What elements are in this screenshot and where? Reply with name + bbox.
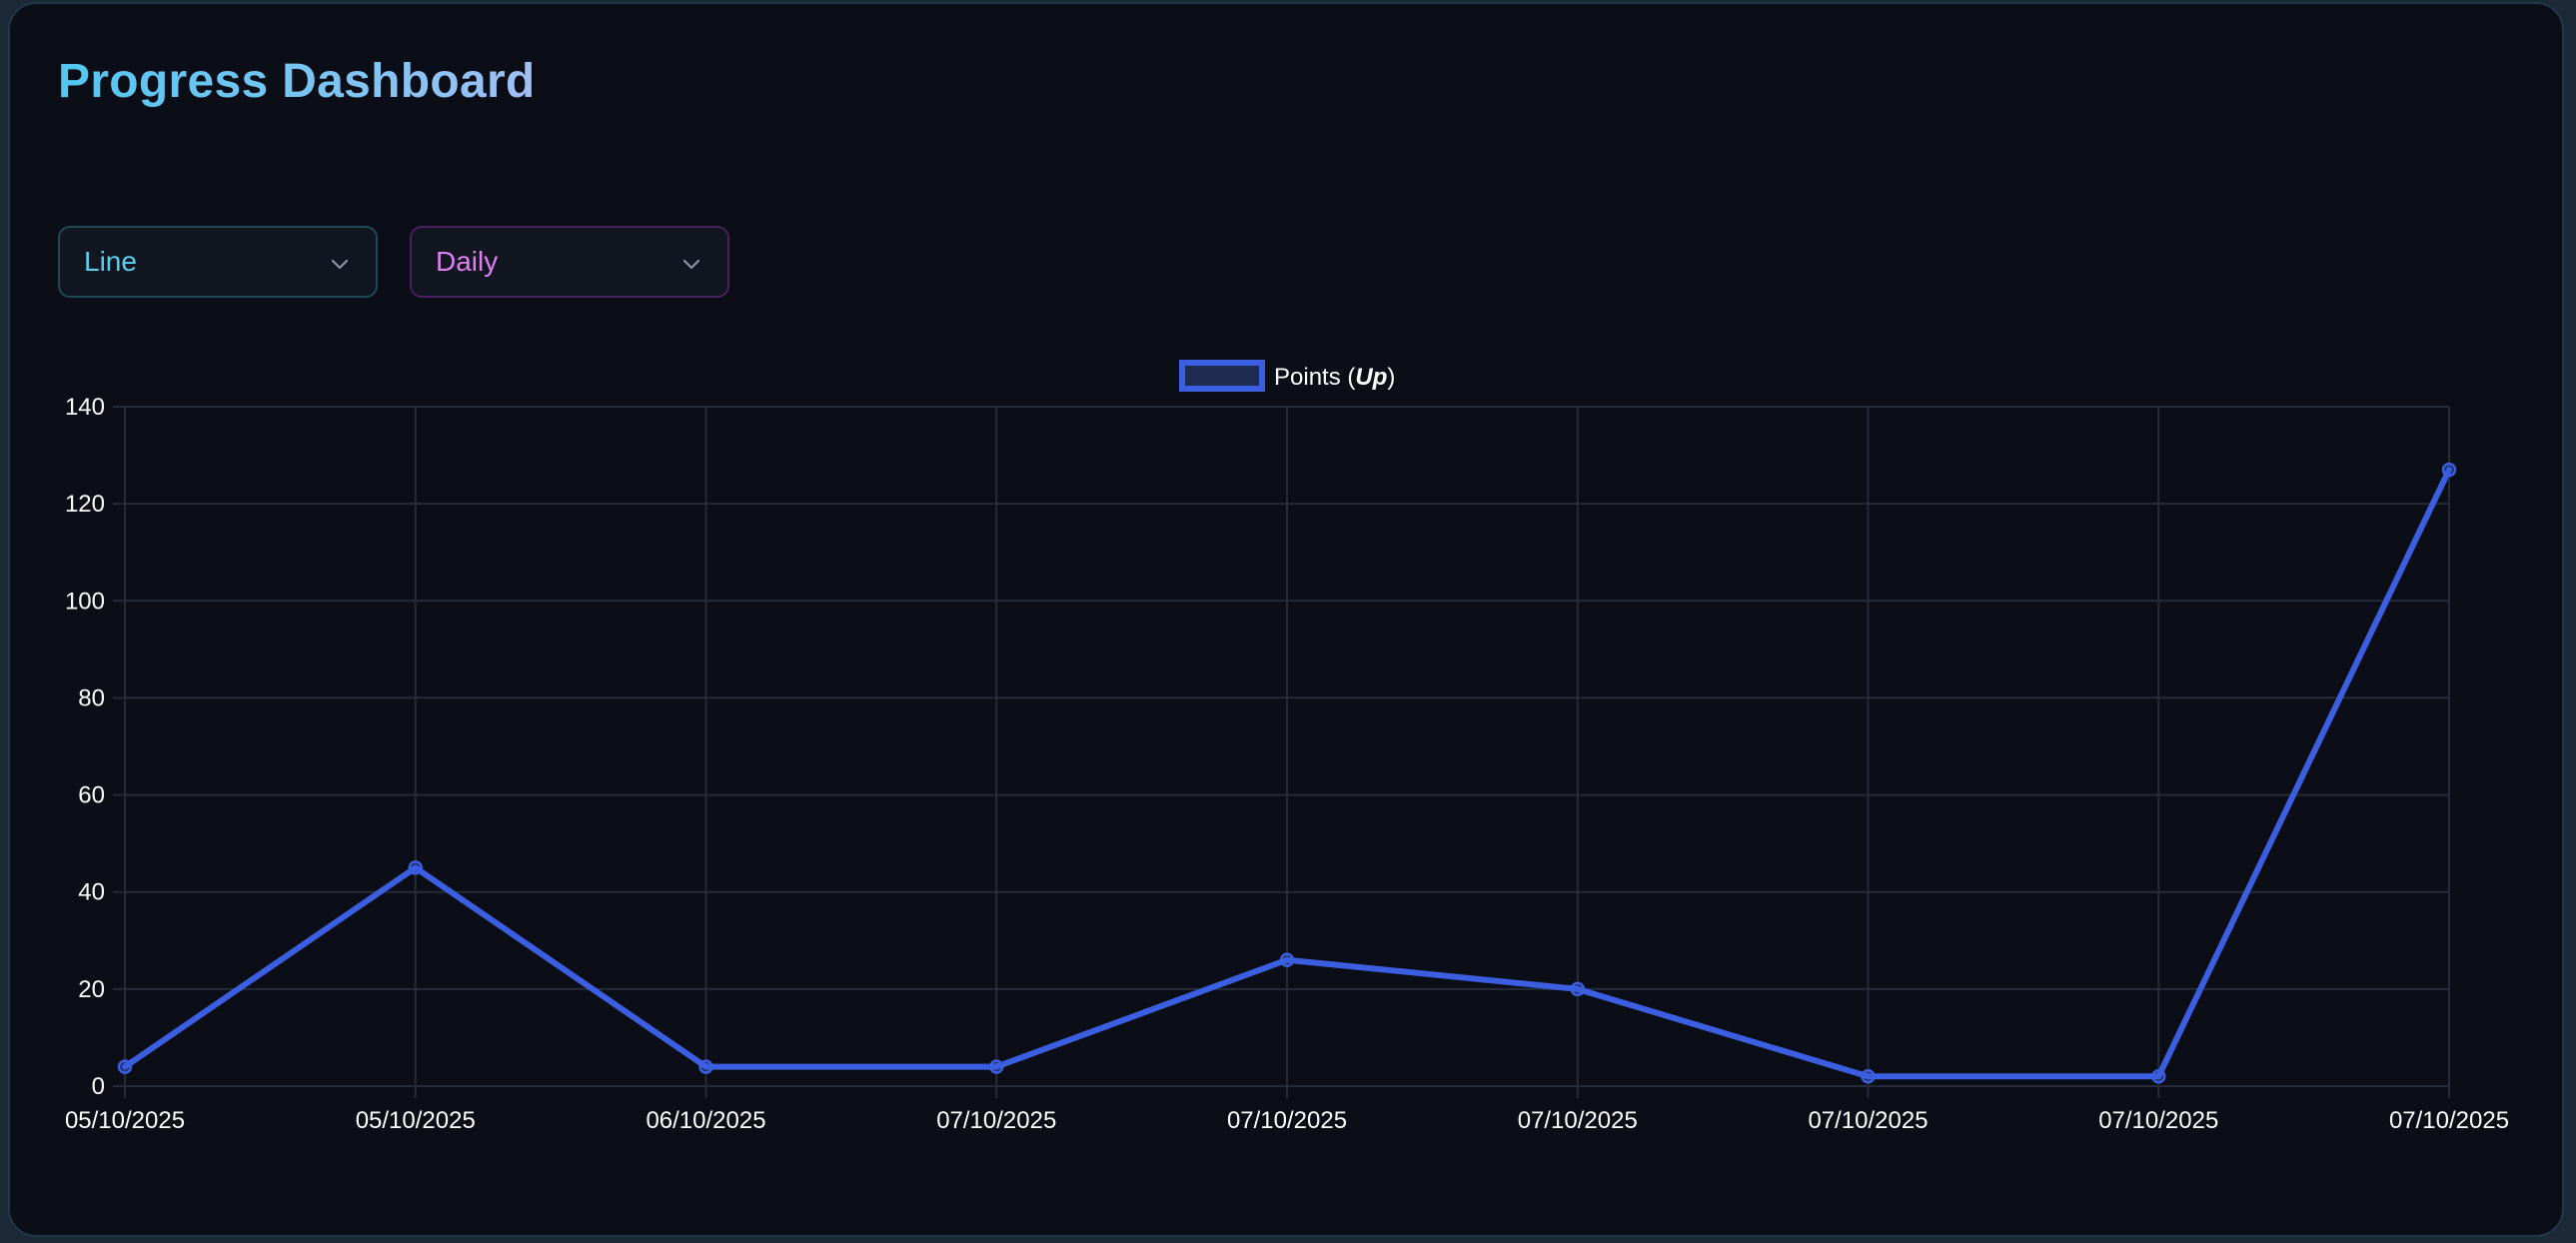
data-point (2441, 462, 2457, 478)
x-tick-label: 05/10/2025 (65, 1107, 185, 1134)
data-point (2151, 1069, 2166, 1084)
data-point (1279, 952, 1295, 967)
y-tick-label: 20 (78, 976, 105, 1003)
data-point (1861, 1069, 1876, 1084)
chart-legend: Points (Up) (1179, 360, 1395, 392)
x-tick-label: 06/10/2025 (645, 1107, 765, 1134)
y-tick-label: 120 (65, 491, 105, 518)
x-tick-label: 07/10/2025 (2389, 1107, 2509, 1134)
y-tick-label: 140 (65, 394, 105, 421)
y-tick-label: 100 (65, 588, 105, 615)
x-tick-label: 05/10/2025 (356, 1107, 476, 1134)
x-tick-label: 07/10/2025 (1518, 1107, 1638, 1134)
x-tick-label: 07/10/2025 (2098, 1107, 2218, 1134)
legend-label: Points (Up) (1274, 364, 1395, 391)
data-point (698, 1059, 713, 1074)
data-point (408, 860, 423, 875)
dashboard-panel: Progress Dashboard Line Daily 0 20 40 60 80 1… (8, 2, 2564, 1237)
x-tick-label: 07/10/2025 (1808, 1107, 1928, 1134)
y-tick-label: 0 (92, 1073, 105, 1100)
line-chart: 0 20 40 60 80 100 120 140 05/10/2025 05/10/2025 06… (65, 360, 2509, 1134)
y-tick-label: 60 (78, 782, 105, 809)
y-tick-label: 40 (78, 879, 105, 906)
data-point (117, 1059, 133, 1074)
data-point (1570, 981, 1585, 997)
y-tick-label: 80 (78, 684, 105, 711)
x-tick-label: 07/10/2025 (936, 1107, 1056, 1134)
x-tick-label: 07/10/2025 (1227, 1107, 1347, 1134)
legend-swatch (1179, 360, 1265, 392)
data-point (989, 1059, 1004, 1074)
